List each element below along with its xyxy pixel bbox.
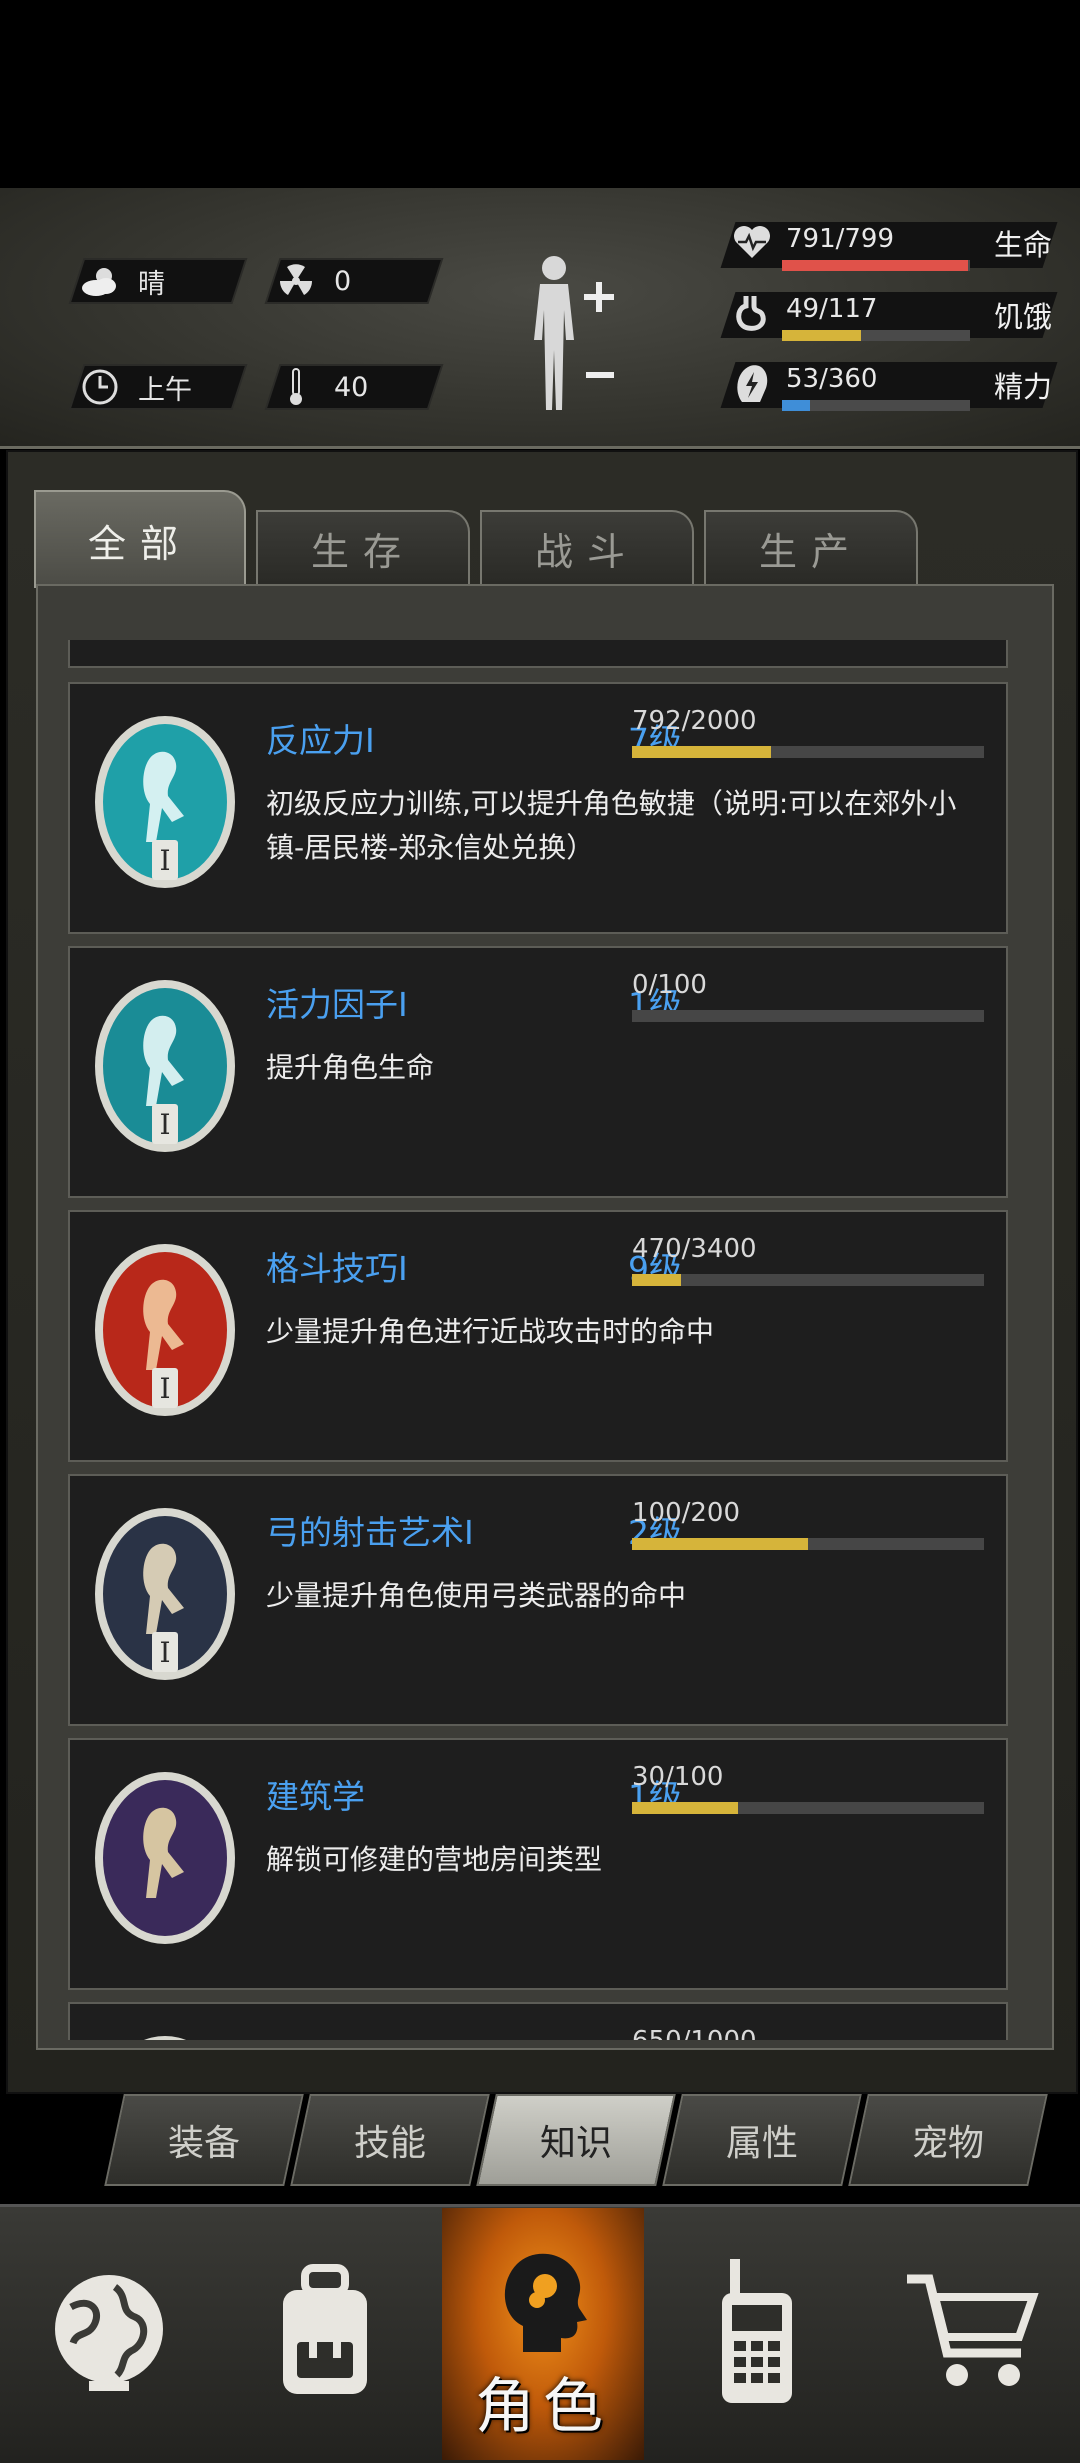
svg-text:I: I <box>159 1636 170 1669</box>
clock-icon <box>78 365 122 409</box>
skill-title: 建筑学 <box>266 1777 365 1816</box>
tab-combat[interactable]: 战斗 <box>480 510 694 584</box>
tab-combat-label: 战斗 <box>534 529 639 574</box>
skill-card[interactable]: I 格斗技巧Ⅰ 9级 470/3400 少量提升角色进行近战攻击时的命中 <box>68 1210 1008 1462</box>
skill-card[interactable]: I 反应力Ⅰ 7级 792/2000 初级反应力训练,可以提升角色敏捷（说明:可以在郊外… <box>68 682 1008 934</box>
list-item-previous-edge <box>68 640 1008 668</box>
skill-card[interactable]: I 弓的射击艺术Ⅰ 2级 100/200 少量提升角色使用弓类武器的命中 <box>68 1474 1008 1726</box>
energy-label: 精力 <box>994 370 1053 404</box>
energy-icon <box>732 362 776 408</box>
weather-slot: 晴 <box>71 260 245 302</box>
skill-card[interactable]: 建筑学 1级 30/100 解锁可修建的营地房间类型 <box>68 1738 1008 1990</box>
reaction-skill-icon: I <box>92 712 238 892</box>
radiation-icon <box>274 259 318 303</box>
skill-xp-bar <box>632 1274 984 1286</box>
svg-text:I: I <box>159 1108 170 1141</box>
skill-xp: 470/3400 <box>632 1234 757 1264</box>
cloud-sun-icon <box>78 259 122 303</box>
globe-icon <box>49 2267 169 2401</box>
heart-icon <box>732 222 776 268</box>
tab-all[interactable]: 全部 <box>34 490 246 588</box>
energy-bar <box>782 400 970 411</box>
life-value: 791/799 <box>786 224 895 254</box>
skill-xp: 0/100 <box>632 970 707 1000</box>
skill-xp: 792/2000 <box>632 706 757 736</box>
tab-survival-label: 生存 <box>310 529 415 574</box>
body-plus-minus-icon[interactable] <box>520 250 630 420</box>
skill-title: 弓的射击艺术Ⅰ <box>266 1513 474 1552</box>
temperature-slot: 40 <box>267 366 441 408</box>
nav-radio[interactable] <box>652 2208 862 2460</box>
category-knowledge[interactable]: 知识 <box>476 2094 676 2186</box>
skill-xp-bar <box>632 1010 984 1022</box>
nav-map[interactable] <box>4 2208 214 2460</box>
skill-title: 格斗技巧Ⅰ <box>266 1249 408 1288</box>
character-head-icon <box>483 2242 603 2366</box>
tab-production[interactable]: 生产 <box>704 510 918 584</box>
category-knowledge-label: 知识 <box>539 2123 612 2164</box>
skill-description: 少量提升角色使用弓类武器的命中 <box>266 1579 687 1612</box>
category-pets[interactable]: 宠物 <box>848 2094 1048 2186</box>
skill-xp: 100/200 <box>632 1498 741 1528</box>
stomach-icon <box>732 292 776 338</box>
time-label: 上午 <box>138 374 192 406</box>
time-slot: 上午 <box>71 366 245 408</box>
category-skills[interactable]: 技能 <box>290 2094 490 2186</box>
energy-value: 53/360 <box>786 364 878 394</box>
backpack-icon <box>265 2262 385 2406</box>
nav-shop[interactable] <box>868 2208 1078 2460</box>
hunger-value: 49/117 <box>786 294 878 324</box>
life-label: 生命 <box>994 228 1053 262</box>
vitality-factor-icon: I <box>92 976 238 1156</box>
fighting-skill-icon: I <box>92 1240 238 1420</box>
tab-all-label: 全部 <box>87 521 192 566</box>
radiation-slot: 0 <box>267 260 441 302</box>
category-skills-label: 技能 <box>353 2123 426 2164</box>
category-pets-label: 宠物 <box>911 2123 984 2164</box>
category-equipment-label: 装备 <box>167 2123 240 2164</box>
life-bar <box>782 260 970 271</box>
category-attributes[interactable]: 属性 <box>662 2094 862 2186</box>
skill-description: 初级反应力训练,可以提升角色敏捷（说明:可以在郊外小镇-居民楼-郑永信处兑换） <box>266 787 957 864</box>
skill-list[interactable]: I 反应力Ⅰ 7级 792/2000 初级反应力训练,可以提升角色敏捷（说明:可以在郊外… <box>68 640 1008 2040</box>
category-equipment[interactable]: 装备 <box>104 2094 304 2186</box>
skill-xp-bar <box>632 746 984 758</box>
skill-xp-bar <box>632 1538 984 1550</box>
skill-description: 解锁可修建的营地房间类型 <box>266 1843 603 1876</box>
nav-backpack[interactable] <box>220 2208 430 2460</box>
temperature-value: 40 <box>334 371 369 403</box>
skill-card[interactable]: 650/1000 <box>68 2002 1008 2040</box>
skill-xp-bar <box>632 1802 984 1814</box>
nav-character-label: 角色 <box>475 2372 611 2442</box>
hunger-bar <box>782 330 970 341</box>
archery-icon: I <box>92 1504 238 1684</box>
radiation-value: 0 <box>334 265 352 297</box>
skill-xp: 30/100 <box>632 1762 724 1792</box>
thermometer-icon <box>274 365 318 409</box>
walkie-talkie-icon <box>712 2257 802 2411</box>
hunger-label: 饥饿 <box>994 300 1053 334</box>
category-attributes-label: 属性 <box>725 2123 798 2164</box>
skill-title: 活力因子Ⅰ <box>266 985 408 1024</box>
tab-production-label: 生产 <box>758 529 863 574</box>
skill-description: 少量提升角色进行近战攻击时的命中 <box>266 1315 715 1348</box>
svg-text:I: I <box>159 1372 170 1405</box>
architecture-book-icon <box>92 1768 238 1948</box>
skill-xp: 650/1000 <box>632 2026 757 2040</box>
weather-label: 晴 <box>138 268 165 300</box>
category-bar: 装备 技能 知识 属性 宠物 <box>104 2094 1064 2186</box>
shopping-cart-icon <box>903 2267 1043 2401</box>
next-skill-icon <box>92 2032 238 2040</box>
tab-survival[interactable]: 生存 <box>256 510 470 584</box>
skill-title: 反应力Ⅰ <box>266 721 375 760</box>
skill-card[interactable]: I 活力因子Ⅰ 1级 0/100 提升角色生命 <box>68 946 1008 1198</box>
svg-text:I: I <box>159 844 170 877</box>
skill-description: 提升角色生命 <box>266 1051 435 1084</box>
